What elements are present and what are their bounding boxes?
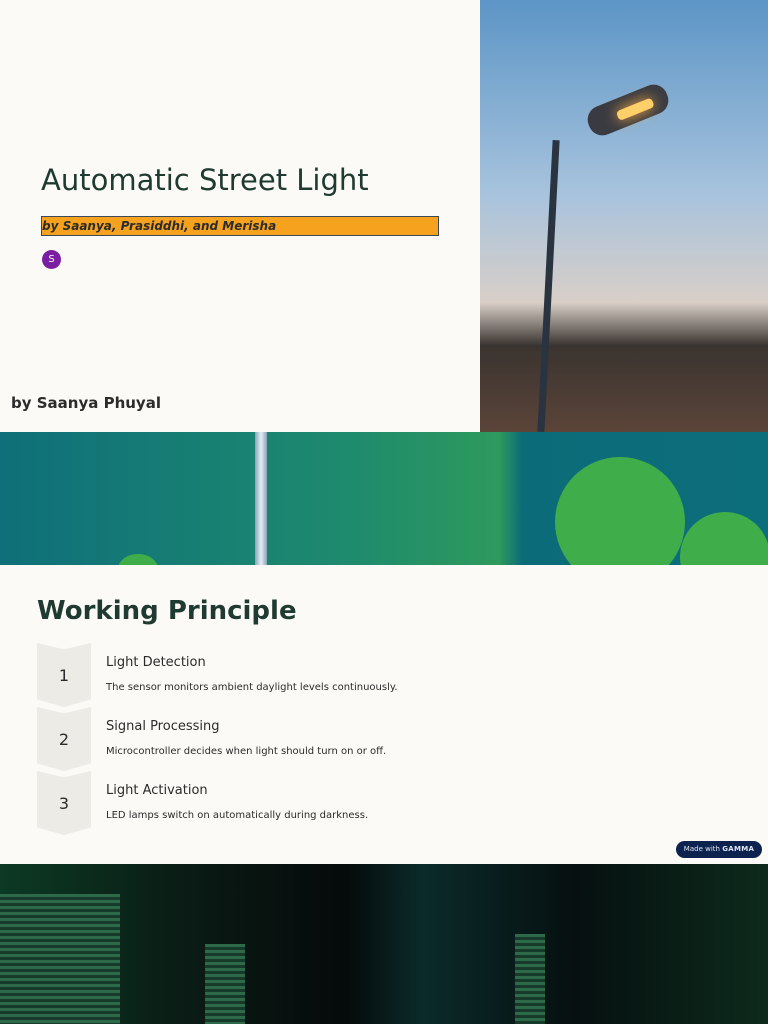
tree-illustration — [680, 512, 768, 565]
illustration-banner — [0, 432, 768, 565]
step-description: The sensor monitors ambient daylight lev… — [106, 682, 398, 693]
street-light-photo — [480, 0, 768, 432]
authors-highlight: by Saanya, Prasiddhi, and Merisha — [41, 216, 439, 236]
step-item: 1 Light Detection The sensor monitors am… — [37, 643, 757, 707]
byline: by Saanya Phuyal — [11, 394, 161, 412]
title-slide: Automatic Street Light by Saanya, Prasid… — [0, 0, 768, 432]
made-with-gamma-badge[interactable]: Made with GAMMA — [676, 841, 762, 858]
step-item: 2 Signal Processing Microcontroller deci… — [37, 707, 757, 771]
avatar: S — [42, 250, 61, 269]
shutter — [205, 944, 245, 1024]
pole-illustration — [255, 432, 267, 565]
section-title: Working Principle — [37, 596, 297, 626]
step-number: 3 — [37, 771, 91, 835]
shutter — [0, 894, 120, 1024]
step-description: Microcontroller decides when light shoul… — [106, 746, 387, 757]
step-number: 2 — [37, 707, 91, 771]
step-description: LED lamps switch on automatically during… — [106, 810, 369, 821]
step-title: Signal Processing — [106, 719, 220, 734]
step-title: Light Activation — [106, 783, 208, 798]
step-number: 1 — [37, 643, 91, 707]
slide-title: Automatic Street Light — [41, 163, 369, 197]
badge-brand: GAMMA — [722, 845, 755, 853]
tree-illustration — [555, 457, 685, 565]
step-title: Light Detection — [106, 655, 206, 670]
badge-prefix: Made with — [683, 845, 720, 853]
night-street-photo — [0, 864, 768, 1024]
tree-illustration — [118, 554, 158, 565]
step-item: 3 Light Activation LED lamps switch on a… — [37, 771, 757, 835]
shutter — [515, 934, 545, 1024]
